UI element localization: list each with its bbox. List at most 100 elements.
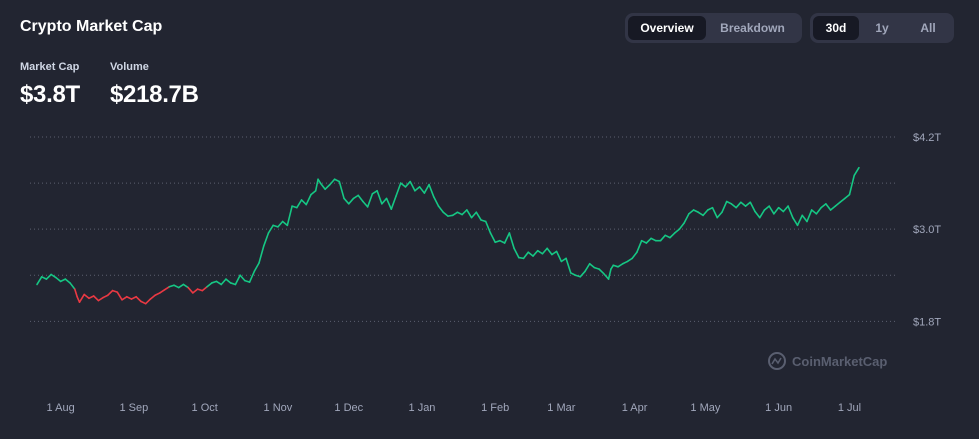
- x-axis: 1 Aug 1 Sep 1 Oct 1 Nov 1 Dec 1 Jan 1 Feb 1 Mar…: [47, 402, 862, 414]
- line-segment-176: [853, 166, 860, 177]
- line-segment-77: [390, 195, 397, 211]
- x-tick-label-3: 1 Nov: [264, 402, 293, 414]
- line-segment-86: [432, 196, 440, 207]
- line-segment-111: [551, 250, 558, 256]
- x-tick-label-10: 1 Jun: [765, 402, 792, 414]
- line-segment-69: [352, 194, 360, 200]
- line-segment-6: [64, 278, 71, 284]
- line-segment-53: [281, 220, 289, 227]
- line-segment-113: [560, 257, 567, 263]
- line-segment-11: [83, 293, 90, 300]
- line-segment-8: [73, 288, 78, 298]
- line-segment-33: [187, 286, 194, 294]
- x-tick-label-5: 1 Jan: [409, 402, 436, 414]
- line-segment-19: [121, 295, 128, 301]
- line-segment-46: [248, 270, 256, 283]
- line-segment-31: [177, 283, 185, 289]
- line-segment-62: [319, 182, 326, 191]
- line-segment-78: [395, 182, 402, 197]
- watermark-text: CoinMarketCap: [792, 354, 887, 369]
- line-segment-10: [78, 293, 86, 303]
- line-segment-47: [253, 262, 260, 273]
- line-segment-18: [116, 291, 123, 301]
- line-segment-123: [607, 268, 612, 280]
- line-segment-4: [55, 276, 62, 283]
- line-segment-43: [234, 274, 241, 286]
- line-segment-67: [343, 197, 350, 205]
- line-segment-164: [796, 214, 804, 227]
- line-segment-40: [220, 278, 227, 286]
- line-segment-137: [669, 232, 676, 239]
- line-segment-122: [603, 272, 610, 280]
- line-segment-68: [347, 197, 355, 205]
- line-segment-119: [588, 262, 596, 269]
- line-segment-166: [806, 209, 813, 223]
- line-segment-14: [97, 296, 104, 302]
- line-segment-88: [442, 211, 449, 217]
- line-segment-98: [489, 232, 497, 244]
- line-segment-92: [461, 209, 468, 216]
- line-segment-59: [310, 189, 317, 196]
- line-segment-74: [376, 189, 383, 205]
- line-segment-109: [541, 247, 548, 255]
- line-segment-112: [555, 250, 563, 263]
- line-segment-60: [314, 178, 319, 192]
- line-segment-22: [135, 295, 142, 303]
- line-segment-169: [820, 203, 827, 209]
- line-segment-72: [366, 193, 374, 208]
- market-cap-chart[interactable]: $4.2T $3.0T $1.8T 1 Aug 1 Sep 1 Oct 1 Nov 1 De…: [0, 0, 979, 439]
- line-segment-2: [45, 273, 52, 280]
- line-segment-70: [357, 194, 364, 203]
- line-segment-130: [636, 239, 643, 254]
- line-segment-83: [418, 186, 426, 194]
- line-segment-44: [239, 274, 246, 282]
- line-segment-160: [777, 206, 785, 213]
- line-segment-57: [300, 199, 308, 206]
- line-segment-138: [673, 228, 681, 234]
- line-segment-106: [527, 251, 534, 257]
- watermark: CoinMarketCap: [768, 352, 887, 370]
- line-segment-144: [702, 209, 709, 217]
- line-segment-36: [201, 285, 208, 292]
- line-segment-71: [362, 200, 369, 208]
- x-tick-label-2: 1 Oct: [192, 402, 218, 414]
- line-segment-129: [631, 251, 638, 260]
- line-segment-84: [423, 183, 430, 194]
- line-segment-64: [329, 178, 336, 186]
- line-segment-50: [267, 224, 274, 234]
- line-segment-58: [305, 193, 312, 206]
- line-segment-37: [206, 282, 213, 288]
- line-segment-76: [385, 197, 393, 211]
- x-tick-label-6: 1 Feb: [481, 402, 509, 414]
- line-segment-52: [277, 220, 284, 228]
- line-segment-27: [159, 289, 166, 294]
- x-tick-label-1: 1 Sep: [119, 402, 148, 414]
- x-tick-label-9: 1 May: [690, 402, 720, 414]
- line-segment-114: [565, 257, 572, 274]
- line-segment-41: [225, 278, 232, 284]
- line-segment-97: [484, 220, 492, 234]
- line-segment-13: [92, 295, 100, 302]
- line-segment-94: [470, 211, 478, 219]
- line-segment-34: [192, 288, 199, 294]
- line-segment-147: [716, 211, 723, 219]
- line-segment-174: [843, 193, 851, 200]
- line-segment-24: [144, 298, 152, 305]
- line-segment-161: [782, 205, 789, 213]
- line-segment-152: [740, 201, 747, 207]
- line-segment-102: [508, 232, 515, 250]
- line-segment-79: [399, 182, 407, 188]
- line-segment-126: [617, 262, 624, 268]
- line-segment-49: [262, 232, 270, 247]
- line-segment-148: [721, 200, 728, 214]
- y-axis: $4.2T $3.0T $1.8T: [913, 132, 941, 328]
- line-segment-56: [296, 199, 303, 209]
- line-segment-0: [36, 275, 43, 286]
- line-segment-66: [338, 180, 345, 200]
- line-segment-159: [773, 206, 780, 215]
- line-segment-105: [522, 251, 530, 260]
- line-segment-73: [371, 189, 378, 195]
- line-segment-140: [683, 213, 690, 224]
- line-segment-85: [428, 183, 435, 198]
- line-segment-156: [758, 209, 766, 219]
